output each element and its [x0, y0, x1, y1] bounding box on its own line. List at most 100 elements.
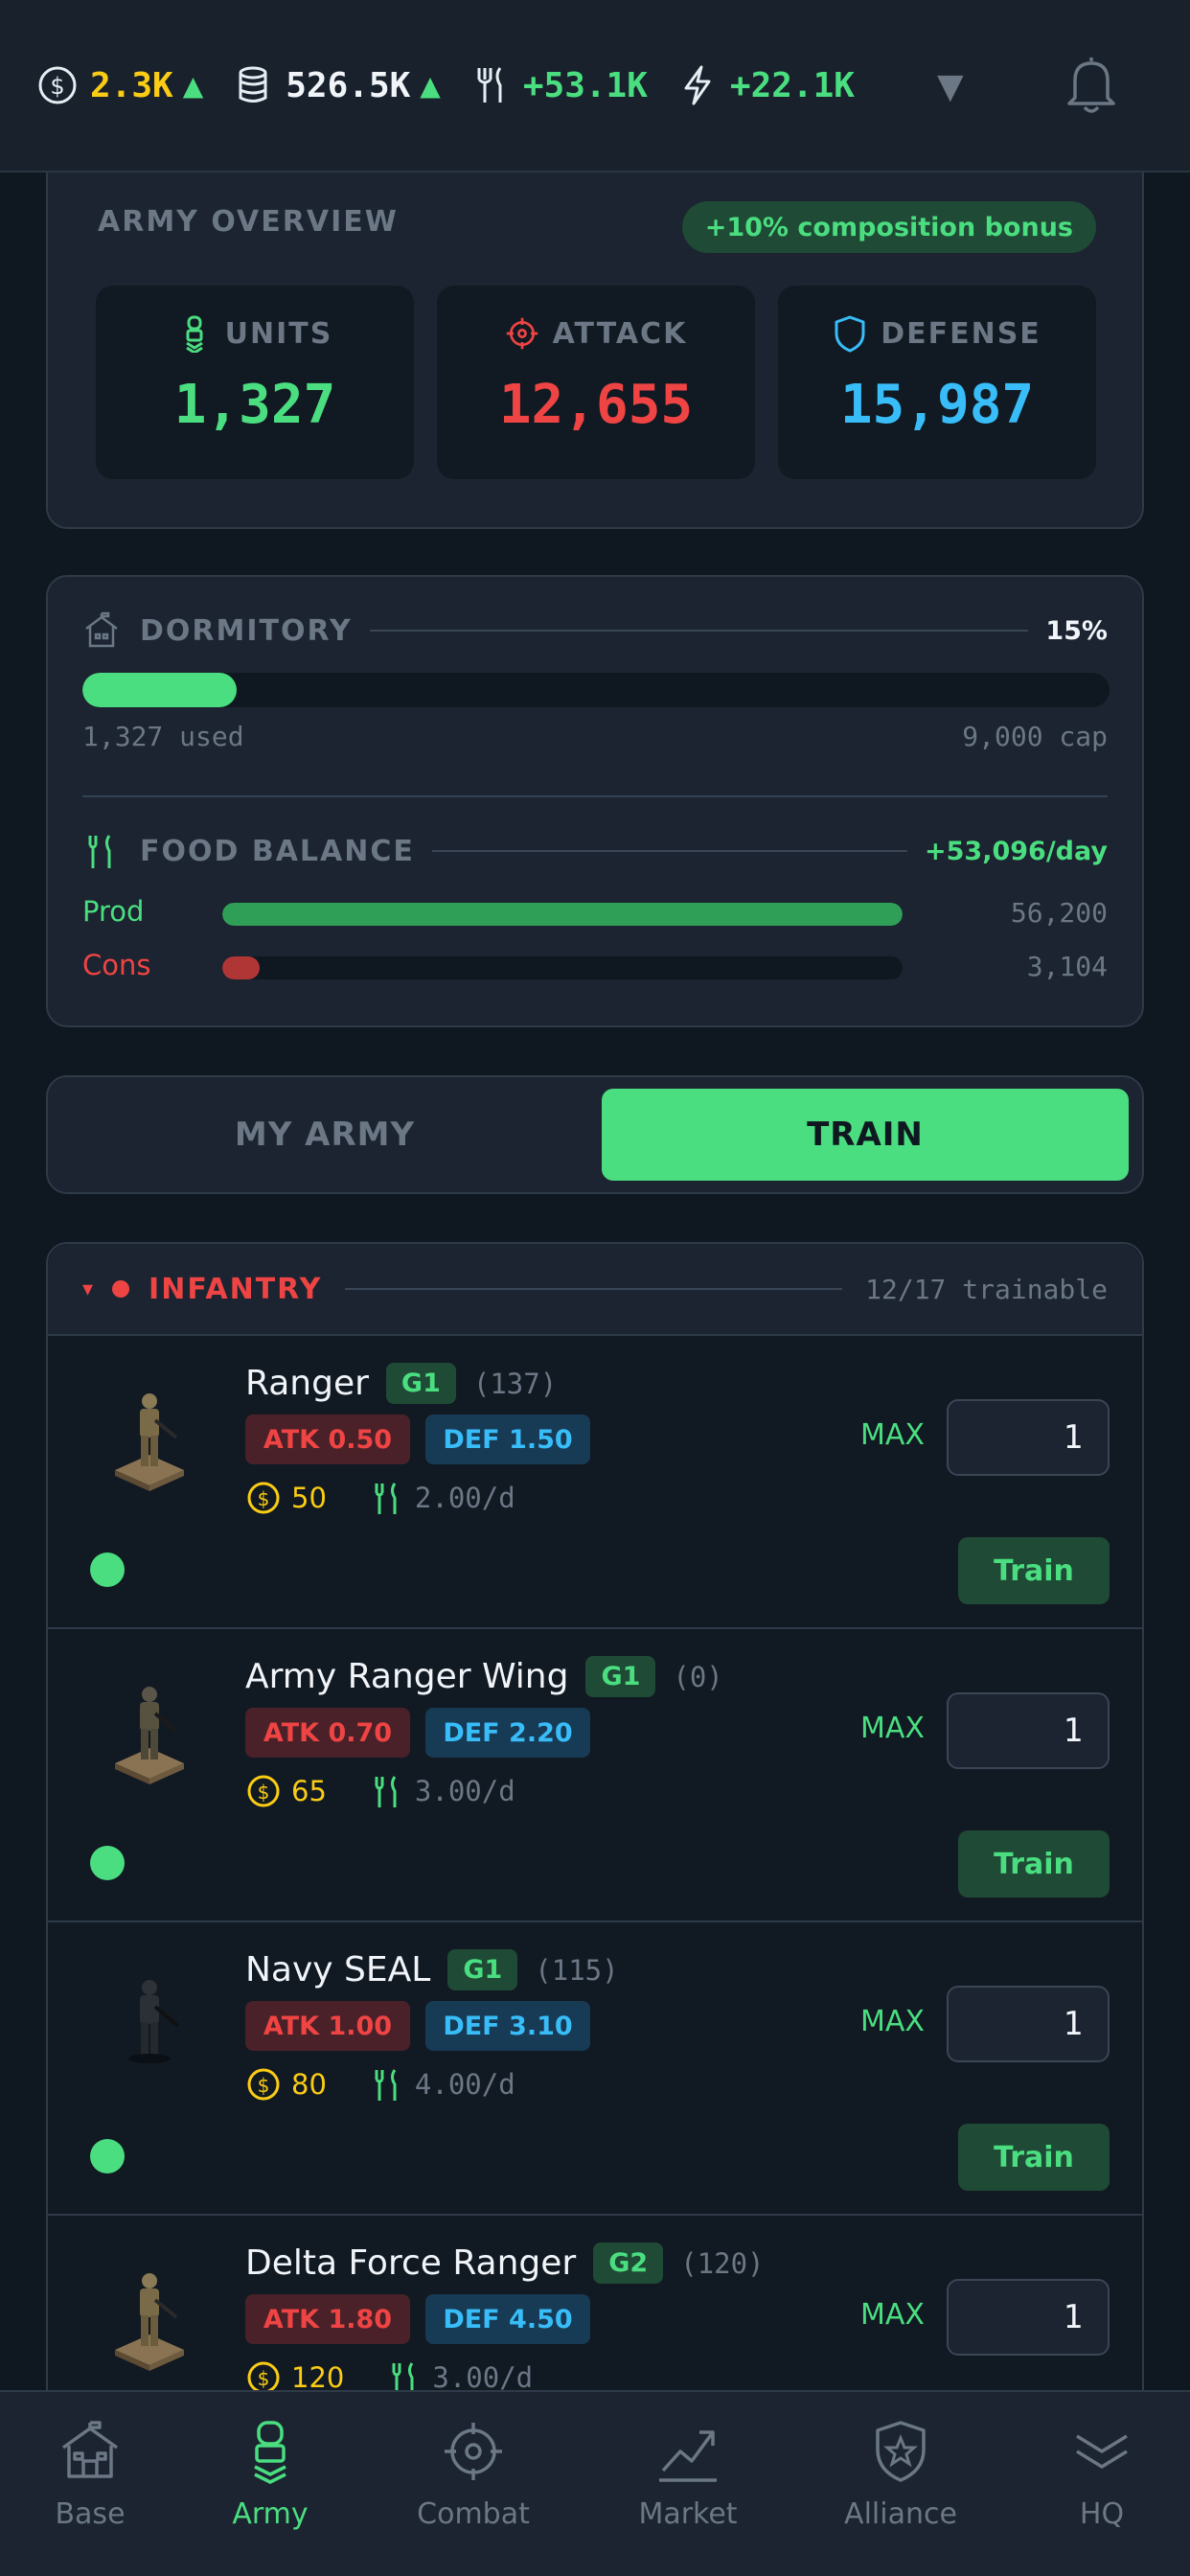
svg-text:$: $: [258, 1781, 270, 1804]
train-button[interactable]: Train: [958, 1830, 1110, 1898]
resource-food: +53.1K: [469, 64, 648, 106]
food-icon: [375, 2069, 397, 2101]
unit-name: Army Ranger Wing: [245, 1657, 569, 1696]
production-bar: [222, 903, 903, 926]
attack-value: 12,655: [498, 374, 694, 436]
consumption-value: 3,104: [1026, 951, 1108, 982]
defense-stat: DEFENSE 15,987: [778, 286, 1096, 479]
attack-badge: ATK 1.00: [245, 2001, 410, 2051]
svg-text:$: $: [50, 73, 64, 100]
bottom-navigation: Base Army Combat Market Alliance HQ: [0, 2390, 1190, 2576]
resource-storage: 526.5K ▲: [232, 64, 441, 106]
coin-icon: $: [247, 1482, 280, 1514]
trend-up-icon: ▲: [182, 69, 204, 102]
crosshair-icon: [445, 2423, 502, 2480]
bell-icon[interactable]: [1064, 52, 1119, 115]
attack-badge: ATK 1.80: [245, 2294, 410, 2344]
tab-train[interactable]: TRAIN: [602, 1089, 1129, 1181]
food-upkeep: 2.00/d: [414, 1482, 515, 1514]
production-label: Prod: [82, 895, 145, 928]
dormitory-used: 1,327 used: [82, 721, 244, 752]
army-overview-card: ARMY OVERVIEW +10% composition bonus UNI…: [46, 171, 1144, 529]
nav-base[interactable]: Base: [0, 2419, 186, 2531]
unit-cost: $ 50 2.00/d: [245, 1480, 515, 1516]
tab-my-army[interactable]: MY ARMY: [61, 1089, 588, 1181]
chevrons-icon: [1076, 2434, 1128, 2469]
svg-text:$: $: [258, 2074, 270, 2097]
max-button[interactable]: MAX: [860, 1418, 925, 1452]
defense-badge: DEF 3.10: [425, 2001, 590, 2051]
quantity-input[interactable]: 1: [947, 1692, 1110, 1769]
food-upkeep: 3.00/d: [414, 1775, 515, 1807]
nav-combat-label: Combat: [417, 2497, 530, 2531]
chevron-down-icon[interactable]: ▼: [937, 67, 964, 106]
database-icon: [239, 66, 267, 103]
defense-badge: DEF 2.20: [425, 1708, 590, 1758]
nav-army[interactable]: Army: [174, 2419, 366, 2531]
unit-row: Navy SEAL G1 (115) ATK 1.00 DEF 3.10 $ 8…: [48, 1922, 1142, 2216]
quantity-input[interactable]: 1: [947, 1986, 1110, 2062]
unit-owned-count: (115): [535, 1953, 619, 1987]
nav-army-label: Army: [232, 2497, 309, 2531]
max-button[interactable]: MAX: [860, 2005, 925, 2038]
shield-icon: [835, 315, 865, 353]
gold-cost: 120: [291, 2361, 345, 2394]
army-overview-title: ARMY OVERVIEW: [98, 205, 399, 239]
gold-cost: 80: [291, 2068, 327, 2101]
nav-hq[interactable]: HQ: [1006, 2419, 1190, 2531]
max-button[interactable]: MAX: [860, 1712, 925, 1745]
defense-label: DEFENSE: [881, 316, 1041, 351]
shield-star-icon: [876, 2421, 926, 2482]
train-button[interactable]: Train: [958, 2124, 1110, 2191]
soldier-figure-icon: [115, 2273, 184, 2371]
train-button[interactable]: Train: [958, 1537, 1110, 1604]
grade-badge: G1: [447, 1949, 518, 1990]
resource-gold: $ 2.3K ▲: [36, 64, 203, 106]
grade-badge: G1: [585, 1656, 656, 1697]
top-resource-bar: $ 2.3K ▲ 526.5K ▲ +53.1K +22.1K ▼: [0, 0, 1190, 172]
nav-base-label: Base: [55, 2497, 126, 2531]
unit-owned-count: (120): [680, 2246, 765, 2280]
unit-cost: $ 65 3.00/d: [245, 1773, 515, 1809]
nav-alliance-label: Alliance: [844, 2497, 957, 2531]
dormitory-percent: 15%: [1045, 615, 1108, 646]
attack-stat: ATTACK 12,655: [437, 286, 755, 479]
attack-label: ATTACK: [552, 316, 688, 351]
soldier-figure-icon: [128, 1980, 180, 2063]
max-button[interactable]: MAX: [860, 2298, 925, 2332]
food-icon: [375, 1483, 397, 1514]
quantity-input[interactable]: 1: [947, 2279, 1110, 2356]
food-balance-value: +53,096/day: [925, 836, 1108, 866]
food-icon: [375, 1776, 397, 1807]
resource-energy: +22.1K: [676, 64, 855, 106]
nav-combat[interactable]: Combat: [378, 2419, 569, 2531]
food-icon: [88, 835, 111, 868]
consumption-bar-fill: [222, 956, 261, 979]
defense-badge: DEF 1.50: [425, 1414, 590, 1464]
food-icon: [477, 67, 502, 103]
unit-owned-count: (0): [673, 1660, 723, 1693]
nav-market[interactable]: Market: [592, 2419, 784, 2531]
food-upkeep: 3.00/d: [432, 2361, 534, 2394]
dormitory-cap: 9,000 cap: [962, 721, 1108, 752]
energy-value: +22.1K: [729, 65, 855, 105]
status-indicator: [90, 1552, 125, 1587]
collapse-arrow-icon[interactable]: ▾: [82, 1277, 93, 1301]
soldier-icon: [254, 2421, 286, 2484]
dormitory-progress-fill: [82, 673, 237, 707]
consumption-bar: [222, 956, 903, 979]
grade-badge: G1: [385, 1363, 456, 1404]
nav-alliance[interactable]: Alliance: [805, 2419, 996, 2531]
category-header-infantry[interactable]: ▾ INFANTRY 12/17 trainable: [48, 1244, 1142, 1336]
status-indicator: [90, 1846, 125, 1880]
units-value: 1,327: [173, 374, 336, 436]
production-value: 56,200: [1010, 897, 1108, 929]
soldier-figure-icon: [115, 1393, 184, 1491]
food-balance-title: FOOD BALANCE: [140, 834, 415, 868]
category-name: INFANTRY: [149, 1272, 323, 1306]
trend-up-icon: ▲: [420, 69, 441, 102]
units-label: UNITS: [224, 316, 333, 351]
unit-row: Army Ranger Wing G1 (0) ATK 0.70 DEF 2.2…: [48, 1629, 1142, 1922]
quantity-input[interactable]: 1: [947, 1399, 1110, 1476]
gold-cost: 50: [291, 1482, 327, 1514]
